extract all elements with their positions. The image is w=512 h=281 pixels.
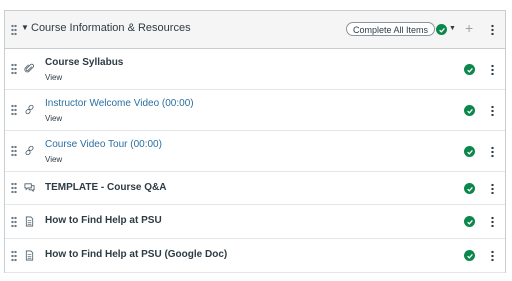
module-item-course-video-tour[interactable]: Course Video Tour (00:00) View — [5, 131, 505, 172]
collapse-caret-icon[interactable]: ▼ — [21, 23, 29, 32]
module-item-find-help[interactable]: How to Find Help at PSU — [5, 205, 505, 239]
drag-handle-icon[interactable] — [11, 216, 17, 228]
discussion-icon — [24, 183, 35, 193]
item-title[interactable]: How to Find Help at PSU (Google Doc) — [45, 249, 227, 260]
item-subtitle: View — [45, 73, 63, 82]
item-options-icon[interactable] — [491, 216, 494, 227]
complete-check-icon[interactable] — [464, 105, 475, 116]
item-title-link[interactable]: Course Video Tour (00:00) — [45, 139, 162, 150]
module-item-course-qa[interactable]: TEMPLATE - Course Q&A — [5, 172, 505, 205]
complete-all-items-button[interactable]: Complete All Items — [346, 22, 436, 36]
drag-handle-icon[interactable] — [11, 250, 17, 262]
item-title-link[interactable]: Instructor Welcome Video (00:00) — [45, 98, 194, 109]
complete-check-icon[interactable] — [464, 183, 475, 194]
item-options-icon[interactable] — [491, 146, 494, 157]
publish-menu-caret-icon[interactable]: ▼ — [449, 25, 456, 32]
complete-check-icon[interactable] — [464, 250, 475, 261]
page-icon — [25, 250, 34, 261]
item-options-icon[interactable] — [491, 64, 494, 75]
drag-handle-icon[interactable] — [11, 63, 17, 75]
item-title[interactable]: Course Syllabus — [45, 57, 123, 68]
link-icon — [25, 145, 34, 156]
module-course-information: ▼ Course Information & Resources Complet… — [4, 10, 506, 273]
module-options-icon[interactable] — [491, 24, 494, 35]
drag-handle-icon[interactable] — [11, 24, 17, 36]
item-subtitle: View — [45, 155, 63, 164]
module-header[interactable]: ▼ Course Information & Resources Complet… — [5, 11, 505, 49]
drag-handle-icon[interactable] — [11, 145, 17, 157]
page-icon — [25, 216, 34, 227]
module-complete-check-icon[interactable] — [436, 24, 447, 35]
module-item-find-help-google-doc[interactable]: How to Find Help at PSU (Google Doc) — [5, 239, 505, 273]
item-title[interactable]: How to Find Help at PSU — [45, 215, 162, 226]
module-item-course-syllabus[interactable]: Course Syllabus View — [5, 49, 505, 90]
complete-check-icon[interactable] — [464, 64, 475, 75]
paperclip-icon — [24, 63, 34, 73]
complete-check-icon[interactable] — [464, 146, 475, 157]
item-title[interactable]: TEMPLATE - Course Q&A — [45, 182, 166, 193]
item-options-icon[interactable] — [491, 105, 494, 116]
module-item-instructor-welcome-video[interactable]: Instructor Welcome Video (00:00) View — [5, 90, 505, 131]
drag-handle-icon[interactable] — [11, 104, 17, 116]
link-icon — [25, 104, 34, 115]
item-options-icon[interactable] — [491, 183, 494, 194]
drag-handle-icon[interactable] — [11, 182, 17, 194]
module-title[interactable]: Course Information & Resources — [31, 22, 191, 34]
item-options-icon[interactable] — [491, 250, 494, 261]
item-subtitle: View — [45, 114, 63, 123]
complete-check-icon[interactable] — [464, 216, 475, 227]
add-item-icon[interactable]: + — [465, 20, 473, 36]
